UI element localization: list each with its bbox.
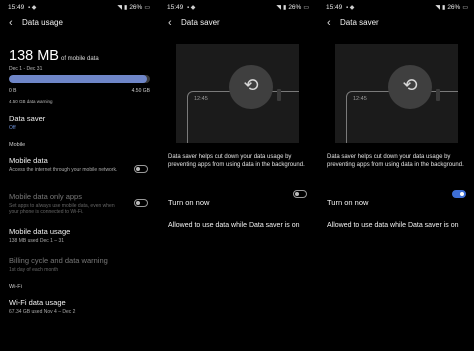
status-time: 15:49: [326, 4, 343, 11]
status-bar: 15:49 ▪ ◆ ◥ ▮ 26% ▭: [8, 3, 150, 14]
page-title: Data usage: [22, 18, 63, 27]
data-saver-value: Off: [9, 125, 16, 131]
usage-amount-value: 138 MB: [9, 48, 59, 64]
data-saver-title: Data saver: [9, 114, 46, 123]
wifi-data-usage-item[interactable]: Wi-Fi data usage 67.34 GB used Nov 4 – D…: [9, 298, 148, 315]
mobile-data-title: Mobile data: [9, 156, 48, 165]
data-saver-illustration: 12:45 ⟲: [176, 44, 299, 143]
wifi-data-usage-subtitle: 67.34 GB used Nov 4 – Dec 2: [9, 309, 76, 315]
turn-on-now-label: Turn on now: [168, 198, 210, 207]
mobile-data-usage-title: Mobile data usage: [9, 227, 71, 236]
data-saver-description: Data saver helps cut down your data usag…: [168, 154, 305, 168]
allowed-apps-item[interactable]: Allowed to use data while Data saver is …: [327, 221, 464, 230]
signal-icon: ▮: [442, 5, 446, 11]
signal-icon: ▮: [124, 5, 128, 11]
usage-amount-suffix: of mobile data: [60, 56, 99, 62]
mobile-data-toggle[interactable]: [134, 165, 148, 173]
progress-max-label: 4.50 GB: [131, 88, 150, 94]
back-arrow-icon[interactable]: ‹: [168, 17, 172, 29]
battery-icon: ▭: [462, 5, 468, 11]
app-bar: ‹ Data saver: [159, 17, 315, 31]
mobile-data-item[interactable]: Mobile data Access the internet through …: [9, 156, 148, 173]
status-time: 15:49: [167, 4, 184, 11]
battery-icon: ▭: [303, 5, 309, 11]
battery-level: 26%: [447, 4, 461, 11]
data-saver-description: Data saver helps cut down your data usag…: [327, 154, 464, 168]
wifi-icon: ◥: [117, 5, 122, 11]
mobile-data-usage-subtitle: 138 MB used Dec 1 – 31: [9, 238, 65, 244]
turn-on-now-row[interactable]: Turn on now: [327, 192, 466, 207]
turn-on-now-row[interactable]: Turn on now: [168, 192, 307, 207]
status-bar: 15:49 ▪ ◆ ◥ ▮ 26% ▭: [326, 3, 468, 14]
data-usage-screen: 15:49 ▪ ◆ ◥ ▮ 26% ▭ ‹ Data usage 138 MB o…: [0, 0, 156, 351]
mobile-data-subtitle: Access the internet through your mobile …: [9, 167, 118, 173]
battery-level: 26%: [288, 4, 302, 11]
mobile-data-usage-item[interactable]: Mobile data usage 138 MB used Dec 1 – 31: [9, 227, 148, 244]
app-bar: ‹ Data saver: [318, 17, 474, 31]
illustration-time: 12:45: [194, 96, 208, 102]
wifi-data-usage-title: Wi-Fi data usage: [9, 298, 66, 307]
section-mobile: Mobile: [9, 142, 26, 148]
signal-icon: ▮: [283, 5, 287, 11]
back-arrow-icon[interactable]: ‹: [9, 17, 13, 29]
turn-on-now-label: Turn on now: [327, 198, 369, 207]
billing-cycle-item[interactable]: Billing cycle and data warning 1st day o…: [9, 256, 148, 273]
turn-on-now-toggle[interactable]: [452, 190, 466, 198]
page-title: Data saver: [181, 18, 220, 27]
wifi-icon: ◥: [435, 5, 440, 11]
usage-progress-fill: [9, 75, 148, 83]
mobile-data-only-apps-toggle[interactable]: [134, 199, 148, 207]
page-title: Data saver: [340, 18, 379, 27]
wifi-icon: ◥: [276, 5, 281, 11]
data-saver-screen-off: 15:49 ▪ ◆ ◥ ▮ 26% ▭ ‹ Data saver 12:45 ⟲…: [159, 0, 315, 351]
data-warning-label: 4.50 GB data warning: [9, 99, 53, 104]
billing-cycle-subtitle: 1st day of each month: [9, 267, 59, 273]
data-saver-item[interactable]: Data saver Off: [9, 114, 148, 131]
data-saver-icon: ⟲: [229, 65, 273, 109]
back-arrow-icon[interactable]: ‹: [327, 17, 331, 29]
battery-icon: ▭: [144, 5, 150, 11]
turn-on-now-toggle[interactable]: [293, 190, 307, 198]
status-time: 15:49: [8, 4, 25, 11]
billing-cycle-title: Billing cycle and data warning: [9, 256, 108, 265]
illustration-time: 12:45: [353, 96, 367, 102]
notification-icon: ▪ ◆: [28, 5, 37, 11]
usage-progress-bar: [9, 75, 150, 83]
data-saver-icon: ⟲: [388, 65, 432, 109]
battery-level: 26%: [129, 4, 143, 11]
illustration-battery-icon: [277, 89, 281, 101]
progress-min-label: 0 B: [9, 88, 17, 94]
data-saver-screen-on: 15:49 ▪ ◆ ◥ ▮ 26% ▭ ‹ Data saver 12:45 ⟲…: [318, 0, 474, 351]
notification-icon: ▪ ◆: [187, 5, 196, 11]
data-saver-illustration: 12:45 ⟲: [335, 44, 458, 143]
status-bar: 15:49 ▪ ◆ ◥ ▮ 26% ▭: [167, 3, 309, 14]
section-wifi: Wi-Fi: [9, 284, 22, 290]
illustration-battery-icon: [436, 89, 440, 101]
mobile-data-only-apps-title: Mobile data only apps: [9, 192, 82, 201]
notification-icon: ▪ ◆: [346, 5, 355, 11]
mobile-data-only-apps-subtitle: Set apps to always use mobile data, even…: [9, 203, 115, 215]
allowed-apps-item[interactable]: Allowed to use data while Data saver is …: [168, 221, 305, 230]
usage-range: Dec 1 - Dec 31: [9, 66, 43, 72]
app-bar: ‹ Data usage: [0, 17, 156, 31]
mobile-data-only-apps-item[interactable]: Mobile data only apps Set apps to always…: [9, 192, 148, 215]
usage-amount: 138 MB of mobile data: [9, 48, 99, 64]
